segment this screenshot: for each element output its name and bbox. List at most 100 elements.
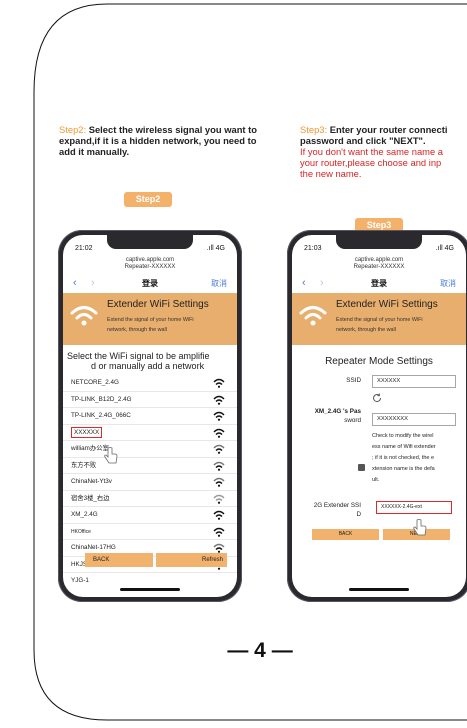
wifi-row[interactable]: 东方不败 bbox=[63, 458, 237, 474]
banner-subtitle-line1: Extend the signal of your home WiFi bbox=[107, 317, 194, 323]
wifi-ssid: TP-LINK_B12D_2.4G bbox=[71, 395, 132, 403]
banner-subtitle: Extend the signal of your home WiFi netw… bbox=[107, 315, 227, 335]
url-network: Repeater-XXXXXX bbox=[353, 264, 405, 270]
step3-red-line2: your router,please choose and inp bbox=[300, 157, 442, 168]
wifi-ssid: TP-LINK_2.4G_066C bbox=[71, 412, 131, 419]
extender-ssid-label-line1: 2G Extender SSI bbox=[313, 502, 361, 509]
desc-line4: xtension name is the defa bbox=[372, 466, 435, 472]
step2-badge: Step2 bbox=[124, 192, 172, 207]
ssid-field[interactable]: XXXXXX bbox=[372, 375, 456, 388]
wifi-ssid: XM_2.4G bbox=[71, 511, 98, 518]
password-label: XM_2.4G 's Pas sword bbox=[315, 407, 361, 425]
extender-ssid-label-line2: D bbox=[356, 511, 361, 518]
phone-mockup-step3: 21:03 .ıll 4G captive.apple.com Repeater… bbox=[287, 230, 467, 602]
wifi-row[interactable]: TP-LINK_B12D_2.4G bbox=[63, 392, 237, 408]
wifi-row[interactable]: HKOffice bbox=[63, 524, 237, 540]
wifi-row[interactable]: NETCORE_2.4G bbox=[63, 375, 237, 392]
desc-line1: Check to modify the wirel bbox=[372, 433, 434, 439]
step2-label: Step2: bbox=[59, 124, 89, 135]
extender-banner: Extender WiFi Settings Extend the signal… bbox=[63, 293, 237, 345]
step3-red-line3: the new name. bbox=[300, 168, 362, 179]
refresh-button[interactable]: Refresh bbox=[155, 553, 227, 567]
phone-screen-step3: 21:03 .ıll 4G captive.apple.com Repeater… bbox=[292, 235, 466, 597]
wifi-ssid: YJG-1 bbox=[71, 577, 89, 584]
ssid-label: SSID bbox=[346, 377, 361, 384]
wifi-row[interactable]: 宿舍3楼_右边 bbox=[63, 491, 237, 507]
wifi-signal-icon bbox=[213, 395, 225, 405]
desc-line3: ; if it is not checked, the e bbox=[372, 455, 435, 461]
phone-screen-step2: 21:02 .ıll 4G captive.apple.com Repeater… bbox=[63, 235, 237, 597]
password-label-line1: XM_2.4G 's Pas bbox=[314, 408, 361, 415]
wifi-signal-icon bbox=[213, 428, 225, 438]
step3-label: Step3: bbox=[300, 124, 330, 135]
wifi-ssid: 宿舍3楼_右边 bbox=[71, 494, 110, 502]
wifi-row[interactable]: ChinaNet-Yt3v bbox=[63, 474, 237, 491]
wifi-signal-icon bbox=[213, 510, 225, 520]
select-wifi-heading: Select the WiFi signal to be amplifie d … bbox=[67, 351, 235, 371]
status-signal: .ıll 4G bbox=[435, 245, 454, 252]
wifi-row[interactable]: XM_2.4G bbox=[63, 507, 237, 524]
status-time: 21:03 bbox=[304, 245, 322, 252]
password-field[interactable]: XXXXXXXX bbox=[372, 413, 456, 426]
cancel-link[interactable]: 取消 bbox=[211, 278, 227, 289]
wifi-signal-icon bbox=[213, 378, 225, 388]
banner-subtitle-line1: Extend the signal of your home WiFi bbox=[336, 317, 423, 323]
extender-ssid-field[interactable]: XXXXXX-2.4G-ext bbox=[376, 501, 452, 514]
wifi-ssid: NETCORE_2.4G bbox=[71, 379, 119, 386]
wifi-icon bbox=[70, 306, 98, 326]
status-bar: 21:03 .ıll 4G bbox=[304, 245, 454, 252]
status-signal: .ıll 4G bbox=[206, 245, 225, 252]
page-number-dash-left: — bbox=[227, 639, 249, 662]
url-domain: captive.apple.com bbox=[354, 257, 404, 263]
page-number-value: 4 bbox=[254, 639, 266, 662]
wifi-row[interactable]: william办公室 bbox=[63, 441, 237, 458]
status-time: 21:02 bbox=[75, 245, 93, 252]
refresh-icon[interactable] bbox=[372, 393, 382, 403]
url-network: Repeater-XXXXXX bbox=[124, 264, 176, 270]
wifi-signal-icon bbox=[213, 411, 225, 421]
extender-banner: Extender WiFi Settings Extend the signal… bbox=[292, 293, 466, 345]
wifi-ssid: ChinaNet-17HG bbox=[71, 544, 116, 551]
phone-mockup-step2: 21:02 .ıll 4G captive.apple.com Repeater… bbox=[58, 230, 242, 602]
extender-ssid-label: 2G Extender SSI D bbox=[304, 501, 361, 519]
banner-subtitle-line2: network, through the wall bbox=[107, 327, 167, 333]
banner-title: Extender WiFi Settings bbox=[336, 299, 438, 310]
banner-subtitle-line2: network, through the wall bbox=[336, 327, 396, 333]
select-heading-line2: d or manually add a network bbox=[91, 361, 205, 371]
step2-text: Select the wireless signal you want to e… bbox=[59, 124, 257, 157]
url-bar: captive.apple.com Repeater-XXXXXX bbox=[63, 257, 237, 271]
desc-line5: ult. bbox=[372, 477, 380, 483]
back-button[interactable]: BACK bbox=[312, 529, 379, 540]
browser-nav: ‹ › 登录 取消 bbox=[292, 275, 466, 291]
back-button[interactable]: BACK bbox=[85, 553, 153, 567]
select-heading-line1: Select the WiFi signal to be amplifie bbox=[67, 351, 210, 361]
modify-name-checkbox[interactable] bbox=[358, 464, 365, 471]
wifi-row[interactable]: TP-LINK_2.4G_066C bbox=[63, 408, 237, 425]
wifi-signal-icon bbox=[213, 494, 225, 504]
page-number: — 4 — bbox=[0, 639, 467, 663]
wifi-signal-icon bbox=[213, 444, 225, 454]
wifi-signal-icon bbox=[213, 527, 225, 537]
pointing-hand-icon bbox=[413, 519, 427, 536]
step3-red-line1: If you don't want the same name a bbox=[300, 146, 444, 157]
form-action-buttons: BACK NEXT bbox=[312, 529, 450, 540]
wifi-row-selected[interactable]: XXXXXX bbox=[63, 425, 237, 441]
status-bar: 21:02 .ıll 4G bbox=[75, 245, 225, 252]
step2-instructions: Step2: Select the wireless signal you wa… bbox=[59, 124, 269, 157]
banner-title: Extender WiFi Settings bbox=[107, 299, 209, 310]
page-number-dash-right: — bbox=[271, 639, 293, 662]
cancel-link[interactable]: 取消 bbox=[440, 278, 456, 289]
pointing-hand-icon bbox=[104, 447, 118, 464]
wifi-signal-icon bbox=[213, 461, 225, 471]
banner-subtitle: Extend the signal of your home WiFi netw… bbox=[336, 315, 456, 335]
wifi-ssid: 东方不败 bbox=[71, 461, 97, 469]
wifi-ssid: XXXXXX bbox=[71, 426, 103, 438]
modify-name-description: Check to modify the wirel ess name of Wi… bbox=[372, 431, 458, 486]
home-indicator bbox=[349, 588, 409, 591]
browser-nav: ‹ › 登录 取消 bbox=[63, 275, 237, 291]
password-label-line2: sword bbox=[344, 417, 361, 424]
wifi-ssid: ChinaNet-Yt3v bbox=[71, 478, 112, 485]
home-indicator bbox=[120, 588, 180, 591]
wifi-signal-icon bbox=[213, 477, 225, 487]
step3-instructions: Step3: Enter your router connecti passwo… bbox=[300, 124, 467, 179]
